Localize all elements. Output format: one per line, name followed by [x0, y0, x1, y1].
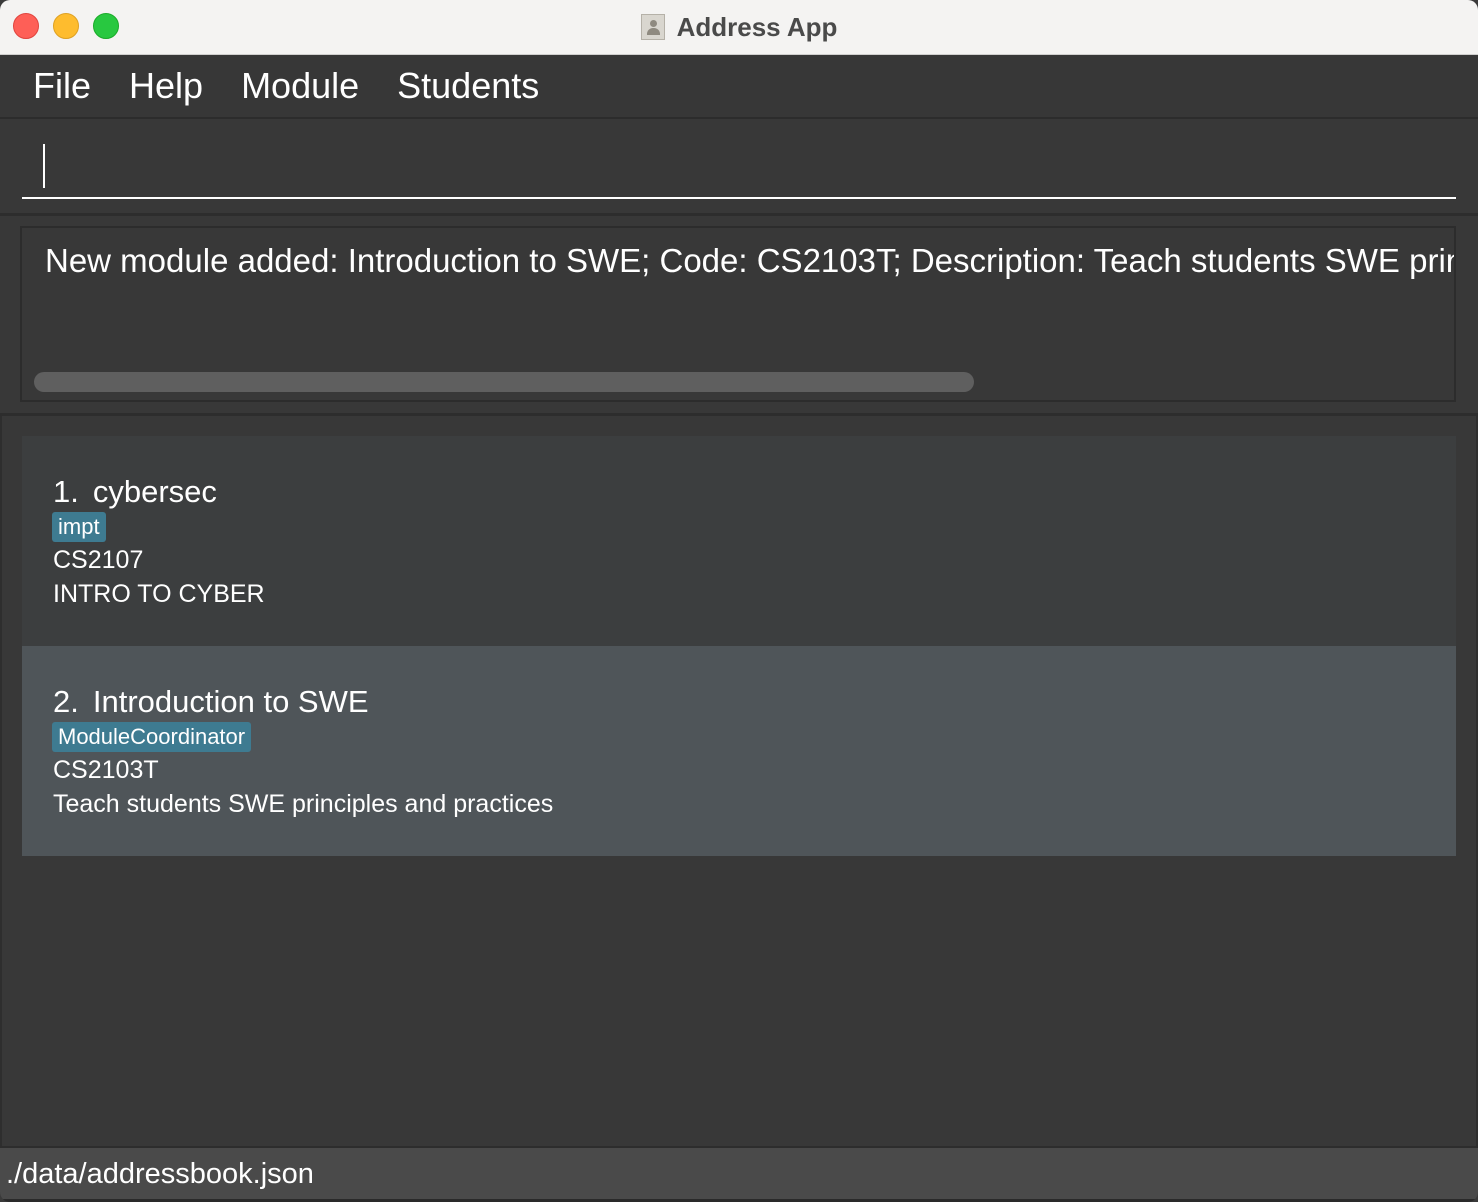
- module-tag: impt: [52, 512, 106, 542]
- data-file-path: ./data/addressbook.json: [6, 1158, 314, 1190]
- module-name: cybersec: [92, 474, 217, 509]
- module-index: 1.: [53, 474, 79, 509]
- title-wrap: Address App: [0, 0, 1478, 54]
- module-description: Teach students SWE principles and practi…: [53, 790, 554, 818]
- text-caret: [43, 144, 45, 188]
- command-box-panel: [0, 121, 1478, 216]
- menu-module[interactable]: Module: [222, 56, 378, 116]
- module-list-panel: 1. cybersec impt CS2107 INTRO TO CYBER 2.…: [0, 416, 1478, 1146]
- module-index: 2.: [53, 684, 79, 719]
- module-description: INTRO TO CYBER: [53, 580, 265, 608]
- module-card[interactable]: 1. cybersec impt CS2107 INTRO TO CYBER: [22, 436, 1456, 646]
- result-display[interactable]: New module added: Introduction to SWE; C…: [20, 226, 1456, 402]
- module-title: 2. Introduction to SWE: [53, 684, 369, 720]
- menu-bar: File Help Module Students: [0, 55, 1478, 119]
- result-display-panel: New module added: Introduction to SWE; C…: [0, 216, 1478, 416]
- menu-students[interactable]: Students: [378, 56, 558, 116]
- menu-help[interactable]: Help: [110, 56, 222, 116]
- window-title: Address App: [676, 11, 838, 42]
- app-window: Address App File Help Module Students Ne…: [0, 0, 1478, 1202]
- menu-file[interactable]: File: [14, 56, 110, 116]
- module-title: 1. cybersec: [53, 474, 217, 510]
- module-code: CS2103T: [53, 756, 159, 784]
- module-name: Introduction to SWE: [92, 684, 369, 719]
- module-card-selected[interactable]: 2. Introduction to SWE ModuleCoordinator …: [22, 646, 1456, 856]
- status-bar: ./data/addressbook.json: [0, 1146, 1478, 1202]
- module-code: CS2107: [53, 546, 144, 574]
- horizontal-scrollbar[interactable]: [34, 372, 974, 392]
- module-tag: ModuleCoordinator: [52, 722, 252, 752]
- result-message: New module added: Introduction to SWE; C…: [45, 242, 1454, 279]
- title-bar[interactable]: Address App: [0, 0, 1478, 55]
- address-book-icon: [640, 14, 665, 40]
- command-input[interactable]: [22, 135, 1456, 199]
